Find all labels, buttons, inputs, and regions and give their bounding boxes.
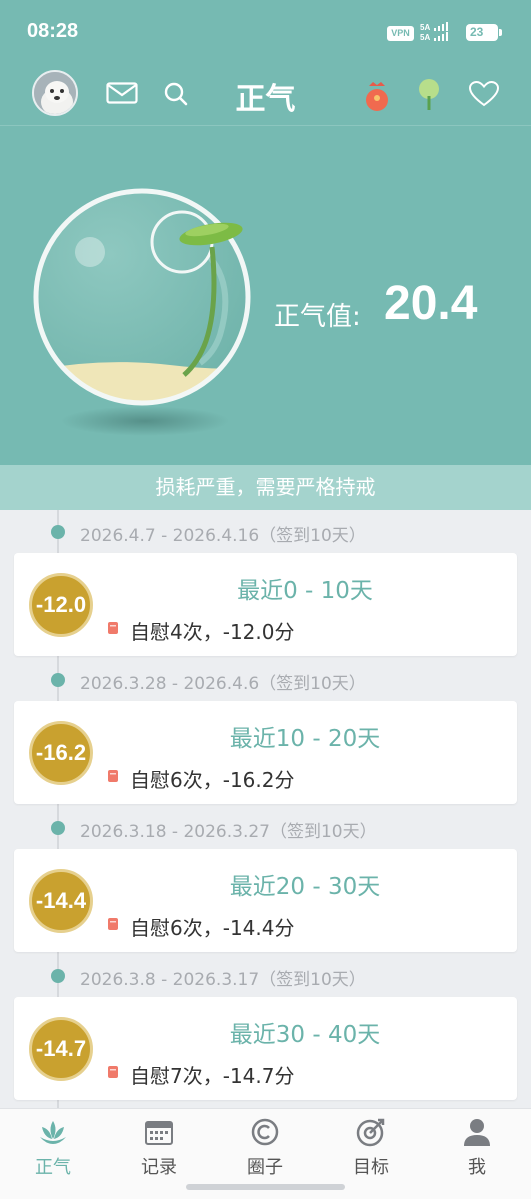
period-card[interactable]: -14.4 最近20 - 30天 自慰6次，-14.4分 bbox=[14, 849, 517, 952]
zhengqi-label: 正气值: bbox=[274, 302, 361, 332]
period-date: 2026.3.28 - 2026.4.6（签到10天） bbox=[80, 674, 366, 694]
period-card[interactable]: -14.7 最近30 - 40天 自慰7次，-14.7分 bbox=[14, 997, 517, 1100]
score-coin: -16.2 bbox=[29, 721, 93, 785]
period-date: 2026.3.18 - 2026.3.27（签到10天） bbox=[80, 822, 377, 842]
target-icon bbox=[356, 1118, 385, 1147]
date-row: 2026.3.28 - 2026.4.6（签到10天） bbox=[0, 658, 531, 701]
zhengqi-value: 20.4 bbox=[384, 277, 478, 330]
nav-label: 目标 bbox=[353, 1157, 389, 1178]
signal-icon: 5A 5A bbox=[420, 22, 460, 44]
sprout-bubble-illustration bbox=[33, 188, 251, 406]
lotus-icon bbox=[40, 1121, 66, 1144]
status-bar: 08:28 VPN 5A 5A 23 bbox=[0, 0, 531, 62]
period-group: 2026.4.7 - 2026.4.16（签到10天） -12.0 最近0 - … bbox=[0, 510, 531, 658]
signal-label-2: 5A bbox=[420, 33, 431, 42]
page-title: 正气 bbox=[235, 82, 296, 117]
signal-label-1: 5A bbox=[420, 23, 431, 32]
timeline-dot bbox=[51, 673, 65, 687]
period-date: 2026.4.7 - 2026.4.16（签到10天） bbox=[80, 526, 366, 546]
record-icon bbox=[108, 622, 118, 634]
date-row: 2026.3.8 - 2026.3.17（签到10天） bbox=[0, 954, 531, 997]
period-card[interactable]: -12.0 最近0 - 10天 自慰4次，-12.0分 bbox=[14, 553, 517, 656]
period-desc: 自慰7次，-14.7分 bbox=[130, 1064, 295, 1088]
calendar-icon bbox=[145, 1121, 173, 1145]
date-row: 2026.4.7 - 2026.4.16（签到10天） bbox=[0, 510, 531, 553]
timeline-dot bbox=[51, 821, 65, 835]
period-title: 最近0 - 10天 bbox=[237, 578, 373, 604]
home-indicator[interactable] bbox=[186, 1184, 345, 1190]
status-banner: 损耗严重，需要严格持戒 bbox=[0, 465, 531, 510]
score-coin: -14.7 bbox=[29, 1017, 93, 1081]
nav-label: 记录 bbox=[141, 1157, 177, 1178]
nav-item-me[interactable]: 我 bbox=[424, 1109, 530, 1199]
date-row: 2026.3.18 - 2026.3.27（签到10天） bbox=[0, 806, 531, 849]
record-icon bbox=[108, 770, 118, 782]
timeline-dot bbox=[51, 969, 65, 983]
red-envelope-icon[interactable] bbox=[363, 80, 391, 112]
period-group: 2026.3.28 - 2026.4.6（签到10天） -16.2 最近10 -… bbox=[0, 658, 531, 806]
heart-icon[interactable] bbox=[469, 81, 499, 107]
person-icon bbox=[464, 1119, 490, 1146]
nav-label: 正气 bbox=[35, 1157, 71, 1178]
battery-icon: 23 bbox=[466, 24, 502, 41]
bubble-shadow bbox=[60, 406, 230, 436]
period-list[interactable]: 2026.4.7 - 2026.4.16（签到10天） -12.0 最近0 - … bbox=[0, 510, 531, 1108]
timeline-dot bbox=[51, 525, 65, 539]
period-group: 2026.3.18 - 2026.3.27（签到10天） -14.4 最近20 … bbox=[0, 806, 531, 954]
score-coin: -14.4 bbox=[29, 869, 93, 933]
period-date: 2026.3.8 - 2026.3.17（签到10天） bbox=[80, 970, 366, 990]
record-icon bbox=[108, 1066, 118, 1078]
circle-icon bbox=[251, 1118, 279, 1146]
record-icon bbox=[108, 918, 118, 930]
period-title: 最近10 - 20天 bbox=[229, 726, 381, 752]
bottom-nav: 正气 记录 圈子 目标 我 bbox=[0, 1108, 531, 1199]
nav-label: 我 bbox=[468, 1157, 486, 1178]
vpn-badge: VPN bbox=[387, 26, 414, 41]
period-desc: 自慰6次，-14.4分 bbox=[130, 916, 295, 940]
tree-icon[interactable] bbox=[417, 78, 441, 112]
period-title: 最近30 - 40天 bbox=[229, 1022, 381, 1048]
period-title: 最近20 - 30天 bbox=[229, 874, 381, 900]
hero-area: 08:28 VPN 5A 5A 23 正气 正气值: 20.4 bbox=[0, 0, 531, 465]
period-group: 2026.3.8 - 2026.3.17（签到10天） -14.7 最近30 -… bbox=[0, 954, 531, 1102]
period-desc: 自慰4次，-12.0分 bbox=[130, 620, 295, 644]
score-coin: -12.0 bbox=[29, 573, 93, 637]
status-time: 08:28 bbox=[27, 20, 79, 42]
period-desc: 自慰6次，-16.2分 bbox=[130, 768, 295, 792]
period-card[interactable]: -16.2 最近10 - 20天 自慰6次，-16.2分 bbox=[14, 701, 517, 804]
app-header: 正气 bbox=[0, 62, 531, 126]
nav-label: 圈子 bbox=[247, 1157, 283, 1178]
nav-item-zhengqi[interactable]: 正气 bbox=[0, 1109, 106, 1199]
